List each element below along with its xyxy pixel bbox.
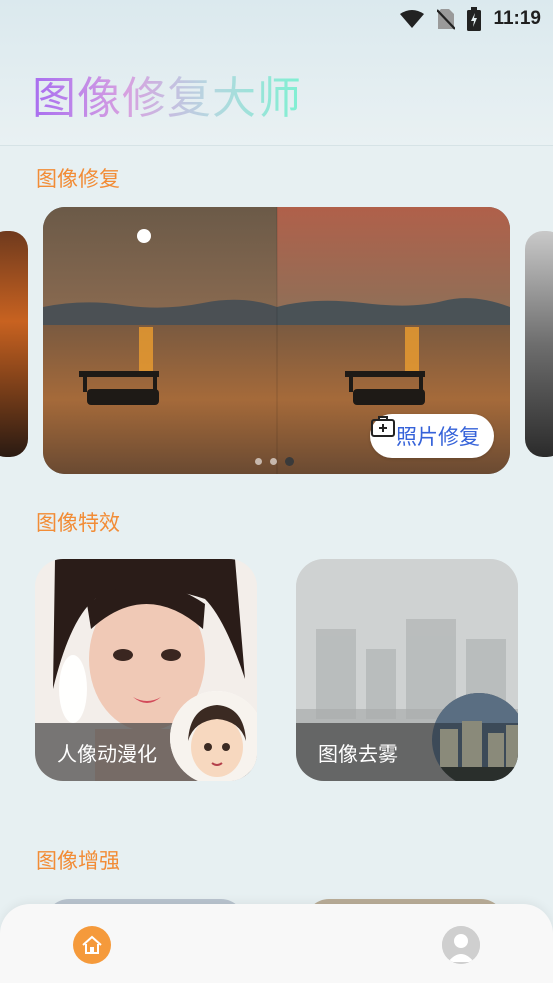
- portrait-anime-card[interactable]: 人像动漫化: [35, 559, 257, 781]
- no-sim-icon: [437, 8, 456, 30]
- photo-repair-button[interactable]: 照片修复: [370, 414, 494, 458]
- user-avatar-icon: [442, 926, 480, 964]
- carousel-prev-card[interactable]: [0, 231, 28, 457]
- status-time: 11:19: [493, 8, 541, 29]
- anime-avatar-thumb: [170, 691, 257, 781]
- section-title-repair: 图像修复: [36, 167, 120, 191]
- app-title: 图像修复大师: [32, 62, 302, 126]
- section-title-effects: 图像特效: [36, 511, 120, 535]
- carousel-dot[interactable]: [270, 458, 277, 465]
- photo-repair-label: 照片修复: [396, 425, 480, 449]
- home-icon: [81, 935, 103, 955]
- status-bar: 11:19: [0, 0, 553, 38]
- carousel-dot-active[interactable]: [285, 457, 294, 466]
- tab-home[interactable]: [73, 926, 111, 964]
- clear-city-thumb: [432, 693, 518, 781]
- carousel-dot[interactable]: [255, 458, 262, 465]
- carousel-main-card[interactable]: 照片修复: [43, 207, 510, 474]
- bottom-tab-bar: [0, 904, 553, 983]
- section-title-enhance: 图像增强: [36, 849, 120, 873]
- dehaze-card[interactable]: 图像去雾: [296, 559, 518, 781]
- battery-charging-icon: [467, 7, 482, 31]
- carousel-next-card[interactable]: [525, 231, 553, 457]
- tab-profile[interactable]: [442, 926, 480, 964]
- portrait-anime-label: 人像动漫化: [57, 741, 157, 766]
- repair-carousel[interactable]: 照片修复: [0, 207, 553, 474]
- dehaze-label: 图像去雾: [318, 741, 398, 766]
- wifi-icon: [399, 9, 425, 29]
- carousel-indicator[interactable]: [255, 457, 294, 466]
